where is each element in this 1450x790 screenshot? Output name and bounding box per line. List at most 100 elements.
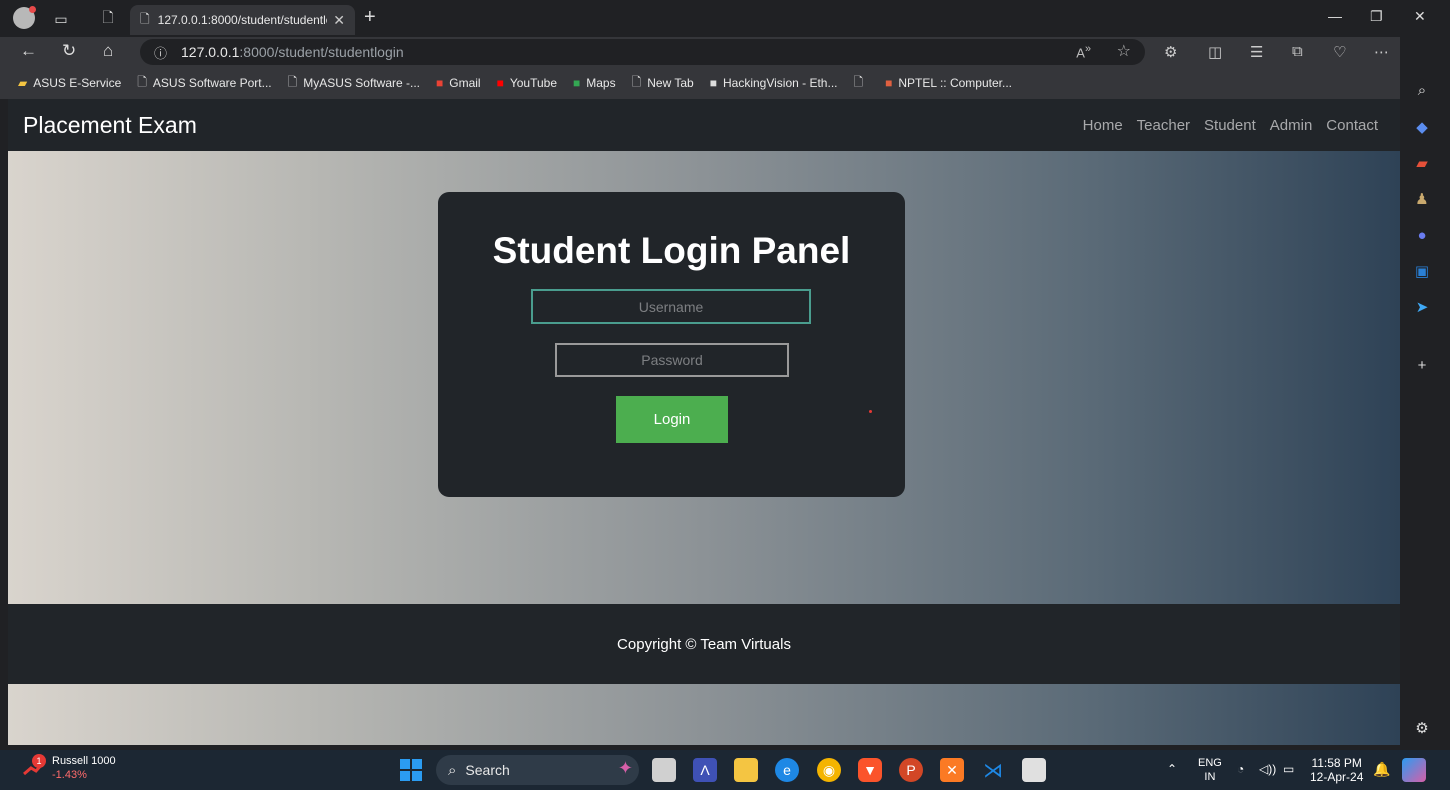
close-tab-icon[interactable]: ✕ [333,12,345,29]
bookmark-item[interactable]: 🗋 ASUS Software Port... [137,73,271,94]
taskbar-search[interactable]: ⌕ Search ✦ [436,755,639,785]
password-input[interactable] [555,343,789,377]
notification-badge: 1 [32,754,46,768]
search-icon[interactable]: ⌕ [1412,80,1432,100]
site-navbar: Placement Exam Home Teacher Student Admin Co… [8,99,1400,151]
hackingvision-icon: ■ [709,76,717,90]
home-icon[interactable]: ⌂ [103,41,113,61]
page-icon: 🗋 [140,11,150,26]
outlook-icon[interactable]: ▣ [1412,261,1432,281]
bookmark-item[interactable]: 🗋 MyASUS Software -... [288,73,420,94]
stock-widget[interactable]: 1 Russell 1000 -1.43% [22,754,116,782]
close-window-button[interactable]: ✕ [1414,8,1426,25]
search-label: Search [465,762,510,778]
profile-avatar-icon[interactable] [13,6,36,29]
powerpoint-icon[interactable]: P [899,758,923,782]
clock-date: 12-Apr-24 [1310,770,1364,784]
search-highlight-icon: ✦ [617,758,633,778]
stock-chart-icon: 1 [22,754,46,780]
copilot-sidebar-icon[interactable]: ● [1412,225,1432,245]
workspaces-icon[interactable]: ▭ [48,6,74,32]
nav-link-contact[interactable]: Contact [1326,117,1378,134]
system-clock[interactable]: 11:58 PM 12-Apr-24 [1310,756,1363,784]
edge-browser-icon[interactable]: e [775,758,799,782]
collections-icon[interactable]: ⧉ [1292,43,1303,60]
add-sidebar-app-icon[interactable]: + [1412,355,1432,375]
task-view-icon[interactable] [652,758,676,782]
extensions-icon[interactable]: ⚙ [1164,43,1177,61]
bookmark-item[interactable]: ■ Gmail [436,76,481,90]
bookmark-item[interactable]: ■ Maps [573,76,616,90]
site-info-icon[interactable]: ⓘ [154,43,167,62]
widget-name: Russell 1000 [52,755,116,767]
wifi-icon[interactable]: ◔ [1237,762,1244,776]
nav-link-admin[interactable]: Admin [1270,117,1313,134]
browser-essentials-icon[interactable]: ♡ [1333,43,1346,61]
notification-bell-icon[interactable]: 🔔 [1373,761,1390,778]
refresh-icon[interactable]: ↻ [62,41,76,61]
read-aloud-icon[interactable]: A» [1076,43,1091,60]
page-icon: 🗋 [137,74,147,89]
cursor-dot [869,410,872,413]
maps-icon: ■ [573,76,581,90]
show-hidden-icons-icon[interactable]: ⌃ [1167,762,1177,776]
address-bar[interactable]: ⓘ 127.0.0.1:8000/student/studentlogin A»… [140,39,1145,65]
restore-button[interactable]: ❐ [1370,8,1383,25]
bookmark-item[interactable]: 🗋 [853,73,869,94]
favorites-icon[interactable]: ☰ [1250,43,1263,61]
toolbar: ← ↻ ⌂ ⓘ 127.0.0.1:8000/student/studentlo… [0,37,1400,67]
bookmark-label: ASUS E-Service [33,76,122,90]
active-tab[interactable]: 🗋 127.0.0.1:8000/student/studentlo ✕ [130,5,355,35]
new-tab-button[interactable]: + [364,6,376,29]
clock-time: 11:58 PM [1311,756,1362,770]
bookmark-item[interactable]: ■ YouTube [497,76,557,90]
site-brand[interactable]: Placement Exam [23,112,197,139]
copilot-taskbar-icon[interactable] [1402,758,1426,782]
favorite-star-icon[interactable]: ☆ [1117,41,1131,61]
sidebar-settings-gear-icon[interactable]: ⚙ [1412,718,1432,738]
page-icon: 🗋 [287,74,298,89]
games-icon[interactable]: ♟ [1412,189,1432,209]
vscode-icon[interactable]: ⋊ [981,758,1005,782]
bookmark-label: NPTEL :: Computer... [898,76,1012,90]
xampp-icon[interactable]: ✕ [940,758,964,782]
bookmarks-bar: ▰ ASUS E-Service 🗋 ASUS Software Port... 🗋 My… [0,67,1400,99]
more-menu-icon[interactable]: ⋯ [1374,43,1389,61]
language-indicator[interactable]: ENG IN [1198,756,1222,784]
login-button[interactable]: Login [616,396,728,443]
volume-icon[interactable]: ◁)) [1259,762,1276,776]
youtube-icon: ■ [496,76,504,90]
back-arrow-icon[interactable]: ← [20,41,37,61]
bookmark-item[interactable]: ■ NPTEL :: Computer... [885,76,1012,90]
bookmark-item[interactable]: ▰ ASUS E-Service [18,76,121,90]
widget-change: -1.43% [52,769,87,781]
site-footer: Copyright © Team Virtuals [8,604,1400,684]
start-windows-icon[interactable] [399,758,423,782]
drop-icon[interactable]: ➤ [1412,297,1432,317]
folder-icon: ▰ [18,76,28,90]
battery-icon[interactable]: ▭ [1283,762,1294,776]
file-explorer-icon[interactable] [734,758,758,782]
username-input[interactable] [531,289,811,324]
nav-link-home[interactable]: Home [1083,117,1123,134]
snipping-tool-icon[interactable] [1022,758,1046,782]
nav-link-teacher[interactable]: Teacher [1137,117,1190,134]
minimize-button[interactable]: — [1328,8,1342,24]
bookmark-item[interactable]: 🗋 New Tab [632,73,694,94]
tools-icon[interactable]: ▰ [1412,153,1432,173]
nav-link-student[interactable]: Student [1204,117,1256,134]
tab-title: 127.0.0.1:8000/student/studentlo [157,13,328,27]
chrome-icon[interactable]: ◉ [817,758,841,782]
bookmark-label: New Tab [647,76,694,90]
page-icon: 🗋 [853,74,864,89]
nptel-icon: ■ [885,76,893,90]
shopping-tag-icon[interactable]: ◆ [1412,117,1432,137]
bookmark-item[interactable]: ■ HackingVision - Eth... [710,76,838,90]
login-panel-title: Student Login Panel [492,230,851,271]
gmail-icon: ■ [436,76,444,90]
app-icon[interactable]: Λ [693,758,717,782]
split-screen-icon[interactable]: ◫ [1208,43,1222,61]
web-page: Placement Exam Home Teacher Student Admin Co… [8,99,1400,745]
tab-actions-icon[interactable]: 🗋 [95,6,121,32]
brave-icon[interactable]: ▼ [858,758,882,782]
